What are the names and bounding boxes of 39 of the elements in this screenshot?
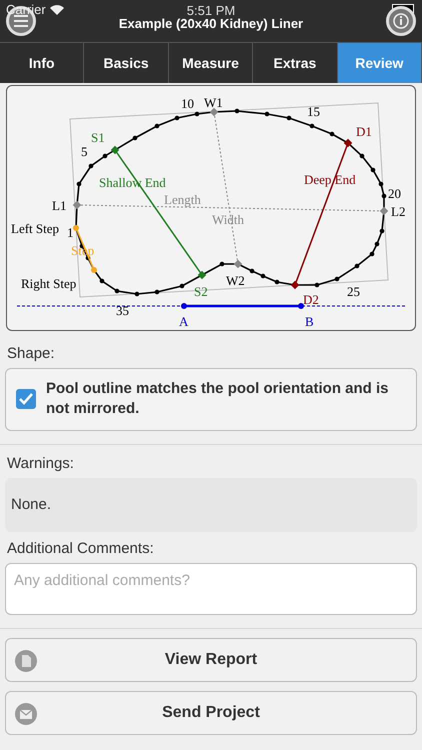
section-label: Shape: [7,345,55,362]
diagram-label: Deep End [304,172,356,187]
action-button[interactable]: Send Project [5,690,417,734]
diagram-label: Length [164,192,201,207]
diagram-label: 35 [116,303,129,318]
diagram-label: 5 [81,144,88,159]
comments-field[interactable]: Any additional comments? [5,562,417,614]
diagram-label: B [305,314,314,329]
warnings-box: None. [5,478,417,532]
diagram-label: L1 [52,198,66,213]
diagram-label: Right Step [21,276,76,291]
info-icon [393,13,409,29]
action-button[interactable]: View Report [5,638,417,682]
diagram-label: S1 [91,130,105,145]
wifi-icon [50,4,64,14]
diagram-label: Width [212,212,244,227]
menu-icon [14,15,28,27]
checkbox-label: Pool outline matches the pool orientation and is not mirrored. [46,379,390,420]
diagram-label: S2 [194,284,208,299]
status-time: 5:51 PM [186,3,236,18]
info-button[interactable] [386,6,416,36]
diagram-label: A [179,314,188,329]
diagram-label: 20 [388,186,401,201]
diagram-label: Left Step [11,221,60,236]
checkbox[interactable] [16,389,36,410]
section-label: Warnings: [7,454,74,472]
document-icon [15,650,37,672]
diagram-label: L2 [391,204,406,219]
window-title: Example (20x40 Kidney) Liner [118,16,304,31]
diagram-label: 10 [181,96,194,111]
diagram-label: W1 [204,95,223,110]
diagram-label: 25 [347,284,360,299]
diagram-label: 1 [67,225,74,240]
envelope-icon [15,702,37,724]
diagram-label: 15 [307,104,320,119]
diagram-label: W2 [226,273,245,288]
diagram-label: D2 [303,292,319,307]
diagram-label: D1 [356,124,372,139]
section-label: Additional Comments: [7,540,154,556]
